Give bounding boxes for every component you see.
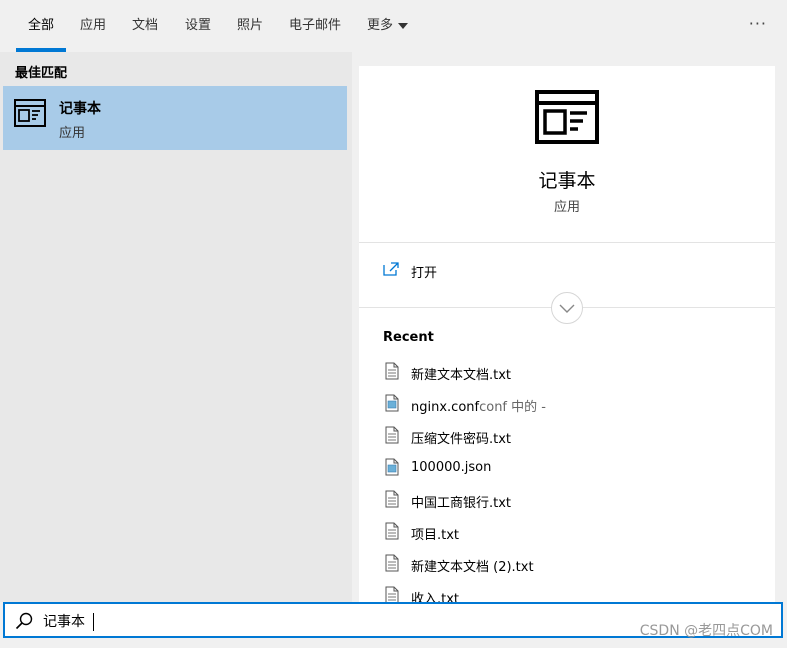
search-tabs-bar: 全部 应用 文档 设置 照片 电子邮件 更多 ··· [0,0,787,52]
text-file-icon [385,554,399,572]
recent-item-label: 收入.txt [411,592,460,602]
app-subtitle: 应用 [553,200,580,215]
tab-email[interactable]: 电子邮件 [289,0,341,52]
recent-item[interactable]: 收入.txt [383,584,763,602]
recent-item-label: 新建文本文档.txt [411,368,512,383]
search-icon [15,612,33,630]
text-file-icon [385,586,399,602]
notepad-icon [14,99,46,127]
recent-item-label: 100000.json [411,460,492,475]
config-file-icon [385,458,399,476]
preview-pane: 记事本 应用 打开 Recent 新建文本文档.txt nginx.confco… [359,66,775,602]
recent-item-label: 压缩文件密码.txt [411,432,512,447]
best-match-heading: 最佳匹配 [15,66,68,81]
recent-list: 新建文本文档.txt nginx.confconf 中的 - 压缩文件密码.tx… [383,360,763,602]
recent-item-name: nginx.conf [411,400,480,415]
recent-item-label: 新建文本文档 (2).txt [411,560,534,575]
open-label: 打开 [411,266,438,281]
recent-item[interactable]: nginx.confconf 中的 - [383,392,763,424]
recent-item[interactable]: 100000.json [383,456,763,488]
recent-item-location: conf 中的 - [479,400,546,415]
config-file-icon [385,394,399,412]
text-file-icon [385,490,399,508]
notepad-icon [535,90,599,144]
text-caret [93,613,94,631]
recent-item-label: nginx.confconf 中的 - [411,396,546,415]
tab-apps[interactable]: 应用 [80,0,106,52]
best-match-result[interactable]: 记事本 应用 [3,86,347,150]
ellipsis-icon[interactable]: ··· [749,14,767,33]
app-title: 记事本 [538,170,596,192]
recent-heading: Recent [383,330,434,345]
recent-item-label: 项目.txt [411,528,460,543]
recent-item[interactable]: 项目.txt [383,520,763,552]
results-pane: 最佳匹配 记事本 应用 [0,52,352,602]
open-external-icon [383,262,399,276]
expand-button[interactable] [551,292,583,324]
text-file-icon [385,362,399,380]
chevron-down-icon [398,22,409,29]
recent-item[interactable]: 压缩文件密码.txt [383,424,763,456]
recent-item-label: 中国工商银行.txt [411,496,512,511]
search-input[interactable] [43,610,543,632]
text-file-icon [385,522,399,540]
watermark: CSDN @老四点COM [639,623,773,639]
recent-item[interactable]: 新建文本文档 (2).txt [383,552,763,584]
result-subtitle: 应用 [59,126,86,141]
divider [359,242,775,243]
tab-settings[interactable]: 设置 [185,0,211,52]
tab-more[interactable]: 更多 [367,0,409,52]
tab-more-label: 更多 [367,18,394,33]
text-file-icon [385,426,399,444]
recent-item[interactable]: 新建文本文档.txt [383,360,763,392]
recent-item[interactable]: 中国工商银行.txt [383,488,763,520]
tab-documents[interactable]: 文档 [132,0,158,52]
chevron-down-icon [559,304,575,313]
tab-photos[interactable]: 照片 [237,0,263,52]
result-title: 记事本 [59,101,101,117]
tab-all[interactable]: 全部 [28,0,54,52]
